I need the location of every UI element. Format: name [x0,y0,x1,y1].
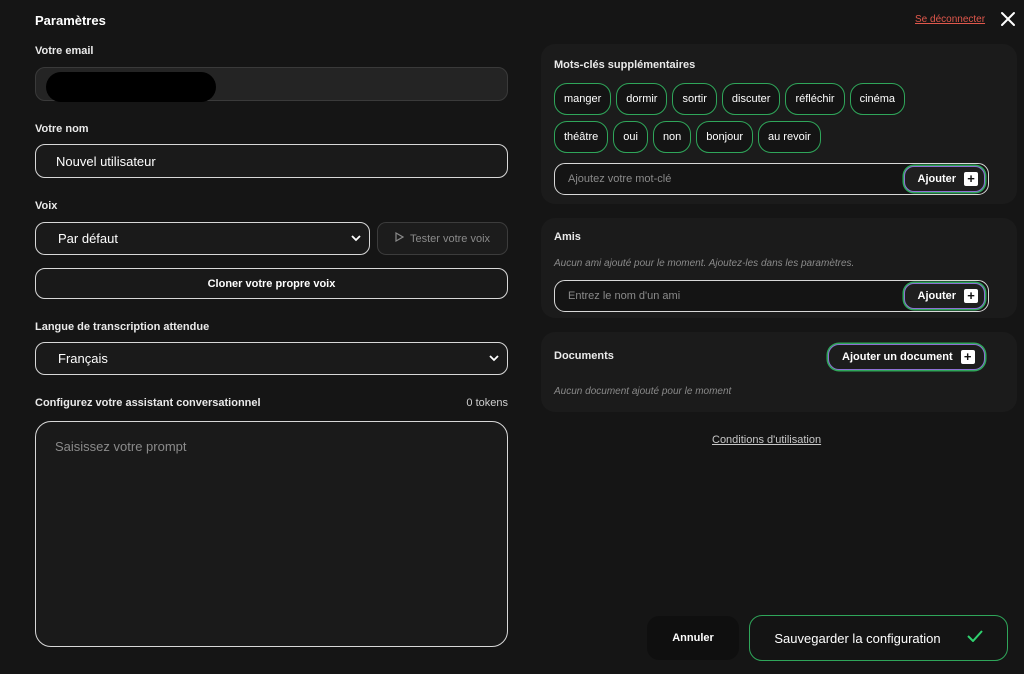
plus-icon: + [960,350,975,364]
chevron-down-icon [351,233,361,245]
friends-empty-text: Aucun ami ajouté pour le moment. Ajoutez… [554,258,855,269]
redacted-email-mark [46,72,216,102]
voice-label: Voix [35,200,58,212]
keyword-chip[interactable]: cinéma [849,83,906,115]
chevron-down-icon [489,353,499,365]
keyword-chip[interactable]: au revoir [758,121,821,153]
language-select[interactable]: Français [35,342,508,375]
play-icon [395,231,405,245]
friend-input[interactable]: Entrez le nom d'un ami Ajouter + [554,280,989,312]
add-document-button[interactable]: Ajouter un document + [828,344,985,370]
add-friend-button[interactable]: Ajouter + [903,283,985,309]
language-label: Langue de transcription attendue [35,321,210,333]
token-count: 0 tokens [466,397,508,409]
keyword-chip[interactable]: sortir [672,83,717,115]
close-icon[interactable] [998,8,1018,30]
keyword-chip[interactable]: manger [554,83,612,115]
documents-empty-text: Aucun document ajouté pour le moment [554,386,732,397]
save-button[interactable]: Sauvegarder la configuration [749,615,1008,661]
keyword-chip[interactable]: théâtre [554,121,609,153]
logout-link[interactable]: Se déconnecter [915,14,985,25]
page-title: Paramètres [35,13,106,28]
name-label: Votre nom [35,123,89,135]
documents-label: Documents [554,350,614,362]
keyword-chip[interactable]: bonjour [696,121,753,153]
email-field[interactable] [35,67,508,102]
clone-voice-button[interactable]: Cloner votre propre voix [35,268,508,299]
terms-link[interactable]: Conditions d'utilisation [712,434,821,446]
keyword-chip[interactable]: dormir [616,83,668,115]
keyword-chip[interactable]: oui [613,121,648,153]
check-icon [966,629,983,647]
voice-select[interactable]: Par défaut [35,222,370,255]
keyword-input[interactable]: Ajoutez votre mot-clé Ajouter + [554,163,989,195]
keyword-chip[interactable]: non [652,121,692,153]
plus-icon: + [964,172,978,186]
add-keyword-button[interactable]: Ajouter + [903,166,985,192]
cancel-button[interactable]: Annuler [647,616,739,660]
plus-icon: + [964,289,978,303]
keywords-label: Mots-clés supplémentaires [554,59,696,71]
assistant-label: Configurez votre assistant conversationn… [35,397,261,409]
friends-label: Amis [554,231,581,243]
email-label: Votre email [35,45,94,57]
name-field[interactable]: Nouvel utilisateur [35,144,508,178]
keyword-chip[interactable]: réfléchir [785,83,845,115]
keyword-chip-list: manger dormir sortir discuter réfléchir … [554,83,934,153]
keyword-chip[interactable]: discuter [721,83,781,115]
prompt-textarea[interactable]: Saisissez votre prompt [35,421,508,647]
test-voice-button[interactable]: Tester votre voix [377,222,508,255]
